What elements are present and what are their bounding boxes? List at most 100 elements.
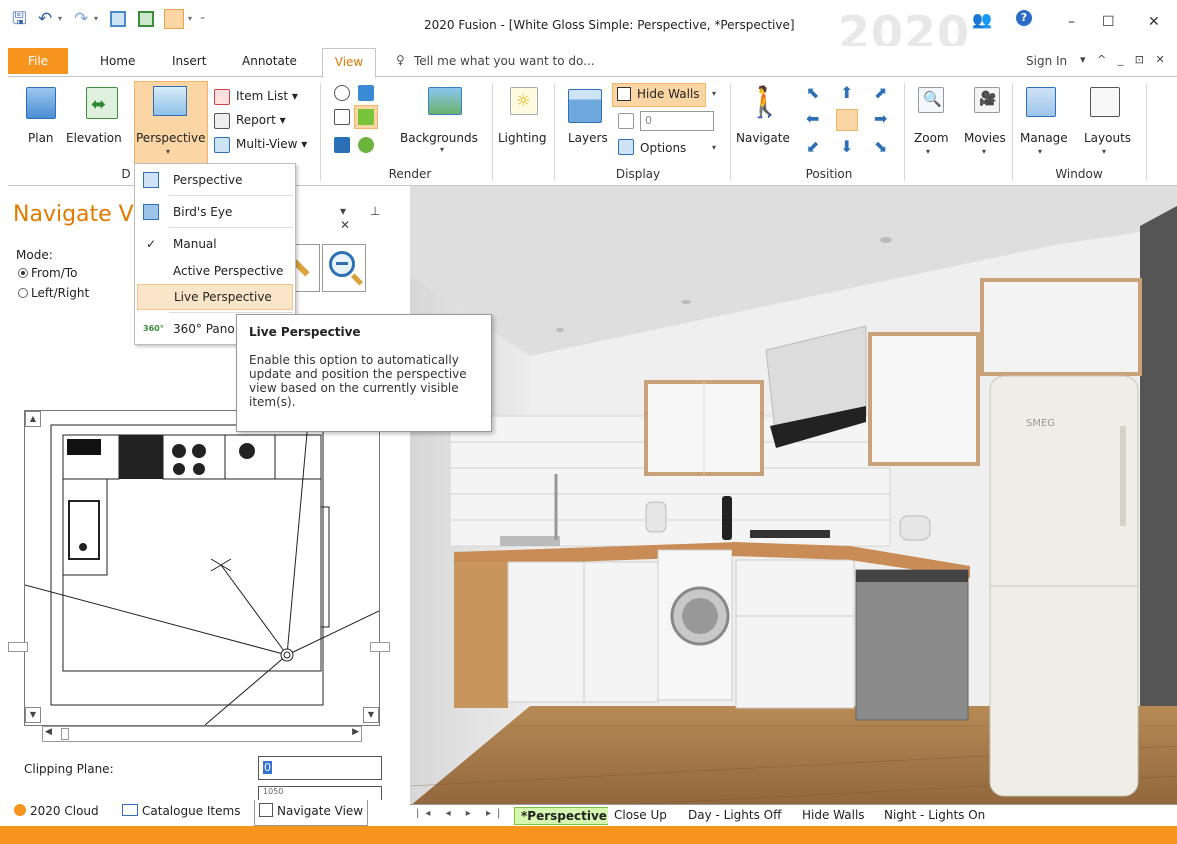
perspective-label: Perspective (136, 131, 206, 145)
plan-view-canvas[interactable]: ▲ ▼ ▼ (24, 410, 380, 726)
save-icon[interactable]: 🖫 (12, 10, 26, 28)
tab-catalogue-items[interactable]: Catalogue Items (122, 804, 240, 818)
plan-view-icon[interactable] (110, 11, 126, 27)
tell-me-search[interactable]: Tell me what you want to do... (414, 54, 595, 68)
horizontal-scrollbar[interactable]: ◀ ▶ (42, 726, 362, 742)
redo-dropdown-icon[interactable]: ▾ (94, 14, 98, 23)
move-left-icon[interactable]: ⬅ (806, 109, 819, 128)
perspective-view-icon[interactable] (164, 9, 184, 29)
tab-annotate[interactable]: Annotate (242, 54, 297, 68)
radio-from-to[interactable] (18, 268, 28, 278)
undo-dropdown-icon[interactable]: ▾ (58, 14, 62, 23)
solid-blue-icon[interactable] (358, 85, 374, 101)
report-icon (214, 113, 230, 129)
radio-left-right[interactable] (18, 288, 28, 298)
left-scroll-thumb[interactable] (8, 642, 28, 652)
manage-icon (1026, 87, 1056, 117)
menu-item-manual[interactable]: ✓ Manual (137, 231, 293, 257)
move-up-right-icon[interactable]: ⬈ (874, 83, 887, 102)
layers-button[interactable]: Layers (568, 131, 608, 145)
mode-option-from-to[interactable]: From/To (18, 266, 77, 280)
users-icon[interactable]: 👥 (972, 10, 992, 29)
sign-in-link[interactable]: Sign In (1026, 54, 1067, 68)
tab-2020-cloud[interactable]: 2020 Cloud (14, 804, 99, 818)
tab-view[interactable]: View (322, 48, 376, 78)
zoom-out-button[interactable] (322, 244, 366, 292)
perspective-button[interactable] (134, 81, 208, 165)
move-down-icon[interactable]: ⬇ (840, 137, 853, 156)
menu-item-active-perspective[interactable]: Active Perspective (137, 258, 293, 284)
move-down-left-icon[interactable]: ⬋ (806, 137, 819, 156)
sheet-navigation-controls[interactable]: |◂ ◂ ▸ ▸| ⊕ (416, 808, 530, 819)
scroll-up-button[interactable]: ▲ (25, 411, 41, 427)
sheet-tab-day-lights-off[interactable]: Day - Lights Off (682, 807, 788, 825)
render-icon[interactable] (334, 137, 350, 153)
sheet-tab-hide-walls[interactable]: Hide Walls (796, 807, 871, 825)
mode-option-left-right[interactable]: Left/Right (18, 286, 89, 300)
render-add-icon[interactable] (358, 137, 374, 153)
layouts-button[interactable]: Layouts (1084, 131, 1131, 145)
hidden-line-icon[interactable] (334, 109, 350, 125)
layer-value-input[interactable]: 0 (640, 111, 714, 131)
clipping-plane-input[interactable]: 0 (258, 756, 382, 780)
shaded-render-button[interactable] (354, 105, 378, 129)
move-up-icon[interactable]: ⬆ (840, 83, 853, 102)
undo-icon[interactable]: ↶ (38, 10, 52, 28)
menu-item-birds-eye[interactable]: Bird's Eye (137, 199, 293, 225)
zoom-button[interactable]: Zoom (914, 131, 949, 145)
help-icon[interactable]: ? (1016, 10, 1032, 26)
manage-button[interactable]: Manage (1020, 131, 1068, 145)
clipping-plane-input-2[interactable]: 1050 (258, 786, 382, 800)
layouts-caret: ▾ (1102, 147, 1107, 156)
report-button[interactable]: Report ▾ (236, 113, 286, 127)
menu-item-perspective[interactable]: Perspective (137, 167, 293, 193)
minimize-button[interactable]: – (1068, 14, 1075, 30)
group-separator (320, 83, 321, 181)
center-view-button[interactable] (836, 109, 858, 131)
redo-icon[interactable]: ↷ (74, 10, 88, 28)
zoom-caret: ▾ (926, 147, 931, 156)
scroll-down-button[interactable]: ▼ (25, 707, 41, 723)
tab-navigate-view[interactable]: Navigate View (254, 800, 369, 826)
plan-button[interactable]: Plan (28, 131, 54, 145)
multi-view-button[interactable]: Multi-View ▾ (236, 137, 307, 151)
customize-toolbar-icon[interactable]: ₌ (200, 12, 205, 23)
right-scroll-thumb[interactable] (370, 642, 390, 652)
navigate-view-icon (259, 803, 273, 817)
movies-button[interactable]: Movies (964, 131, 1006, 145)
close-button[interactable]: ✕ (1148, 14, 1160, 30)
checkmark-icon: ✓ (145, 237, 157, 251)
navigate-button[interactable]: Navigate (736, 131, 790, 145)
menu-separator (169, 312, 293, 313)
tab-file[interactable]: File (8, 48, 68, 74)
tab-insert[interactable]: Insert (172, 54, 206, 68)
plan-drawing (25, 411, 379, 725)
move-right-icon[interactable]: ➡ (874, 109, 887, 128)
panel-controls[interactable]: ▾ ⊥ ✕ (340, 204, 410, 232)
maximize-button[interactable]: ☐ (1102, 14, 1115, 30)
move-up-left-icon[interactable]: ⬉ (806, 83, 819, 102)
views-group-label: D (121, 167, 131, 181)
backgrounds-button[interactable]: Backgrounds (400, 131, 478, 145)
tab-home[interactable]: Home (100, 54, 135, 68)
cloud-icon (14, 804, 26, 816)
elevation-view-icon[interactable] (138, 11, 154, 27)
perspective-viewport[interactable]: SMEG (410, 186, 1177, 826)
elevation-button[interactable]: Elevation (66, 131, 122, 145)
perspective-dropdown-icon[interactable]: ▾ (188, 14, 192, 23)
ribbon-window-controls[interactable]: ▾ ^ _ ⊡ ✕ (1080, 53, 1169, 66)
layouts-icon (1090, 87, 1120, 117)
options-button[interactable]: Options (640, 141, 686, 155)
fridge-brand-label: SMEG (1026, 418, 1055, 429)
scroll-down-right-button[interactable]: ▼ (363, 707, 379, 723)
hide-walls-button[interactable]: Hide Walls (612, 83, 706, 107)
ribbon-tab-row: File Home Insert Annotate View ♀ Tell me… (0, 46, 1177, 78)
item-list-button[interactable]: Item List ▾ (236, 89, 298, 103)
sheet-tab-perspective[interactable]: *Perspective (514, 807, 614, 825)
wireframe-icon[interactable] (334, 85, 350, 101)
menu-item-live-perspective[interactable]: Live Perspective (137, 284, 293, 310)
sheet-tab-close-up[interactable]: Close Up (608, 807, 673, 825)
lighting-button[interactable]: Lighting (498, 131, 547, 145)
move-down-right-icon[interactable]: ⬊ (874, 137, 887, 156)
sheet-tab-night-lights-on[interactable]: Night - Lights On (878, 807, 992, 825)
